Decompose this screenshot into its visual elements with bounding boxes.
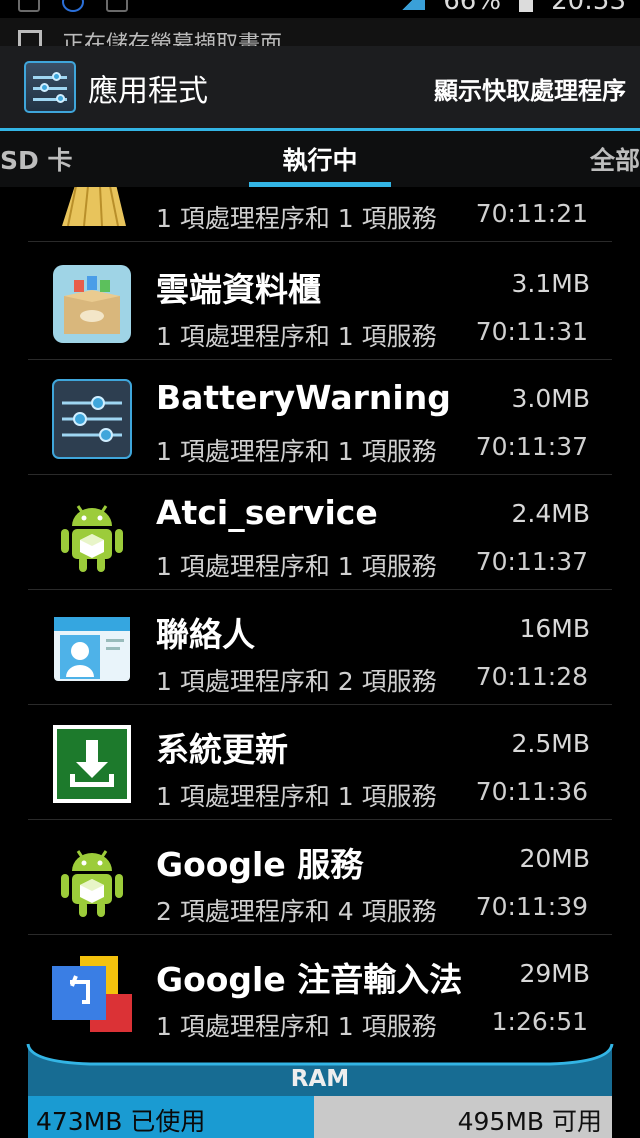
tab-running[interactable]: 執行中 [0, 141, 640, 177]
download-icon [52, 724, 132, 804]
app-name: 系統更新 [156, 730, 288, 769]
app-time: 70:11:21 [475, 199, 588, 228]
list-item[interactable]: Atci_service 2.4MB 1 項處理程序和 1 項服務 70:11:… [0, 475, 640, 590]
action-bar: 應用程式 顯示快取處理程序 [0, 46, 640, 128]
list-item[interactable]: 聯絡人 16MB 1 項處理程序和 2 項服務 70:11:28 [0, 590, 640, 705]
settings-app-icon[interactable] [24, 61, 76, 113]
sync-notification-icon [62, 0, 84, 12]
list-item[interactable]: Google 服務 20MB 2 項處理程序和 4 項服務 70:11:39 [0, 820, 640, 935]
app-size: 20MB [519, 844, 590, 873]
app-detail: 1 項處理程序和 1 項服務 [156, 437, 437, 466]
ram-label: RAM [290, 1066, 350, 1092]
app-time: 70:11:37 [475, 547, 588, 576]
zhuyin-input-icon [52, 954, 132, 1034]
app-time: 70:11:28 [475, 662, 588, 691]
ram-usage-bar: 473MB 已使用 495MB 可用 [28, 1096, 612, 1138]
app-name: Atci_service [156, 493, 378, 532]
list-item[interactable]: Google 注音輸入法 29MB 1 項處理程序和 1 項服務 1:26:51 [0, 935, 640, 1045]
app-name: 聯絡人 [156, 615, 255, 654]
row-divider [28, 241, 612, 242]
android-icon [52, 494, 132, 574]
ram-free-text: 495MB 可用 [457, 1107, 602, 1136]
app-size: 2.4MB [511, 499, 590, 528]
app-size: 3.0MB [511, 384, 590, 413]
app-detail: 1 項處理程序和 1 項服務 [156, 552, 437, 581]
contacts-icon [52, 609, 132, 689]
signal-icon [397, 0, 426, 10]
status-bar: 66% 20:53 [0, 0, 640, 18]
app-size: 16MB [519, 614, 590, 643]
app-detail: 1 項處理程序和 1 項服務 [156, 322, 437, 351]
app-time: 70:11:39 [475, 892, 588, 921]
app-size: 3.1MB [511, 269, 590, 298]
running-apps-list[interactable]: 1 項處理程序和 1 項服務 70:11:21 雲端資料櫃 3.1MB 1 項處… [0, 187, 640, 1045]
notification-shade-row: 正在儲存螢幕擷取畫面 [0, 18, 640, 46]
notification-text: 正在儲存螢幕擷取畫面 [62, 32, 283, 46]
app-name: 雲端資料櫃 [156, 270, 321, 309]
app-time: 70:11:31 [475, 317, 588, 346]
cloud-box-icon [52, 264, 132, 344]
battery-percent: 66% [443, 0, 502, 16]
tab-strip: SD 卡 執行中 全部 [0, 131, 640, 187]
ram-used-text: 473MB 已使用 [36, 1107, 206, 1136]
app-time: 1:26:51 [491, 1007, 588, 1036]
app-detail: 1 項處理程序和 1 項服務 [156, 204, 437, 233]
tab-all[interactable]: 全部 [590, 141, 640, 177]
settings-sliders-icon [52, 379, 132, 459]
app-name: Google 注音輸入法 [156, 960, 463, 999]
show-cached-processes-button[interactable]: 顯示快取處理程序 [434, 71, 626, 106]
app-time: 70:11:36 [475, 777, 588, 806]
list-item[interactable]: 系統更新 2.5MB 1 項處理程序和 1 項服務 70:11:36 [0, 705, 640, 820]
list-item[interactable]: 1 項處理程序和 1 項服務 70:11:21 [0, 187, 640, 242]
screenshot-notification-icon [18, 30, 42, 46]
app-detail: 1 項處理程序和 2 項服務 [156, 667, 437, 696]
battery-icon [519, 0, 534, 12]
app-name: BatteryWarning [156, 378, 451, 417]
app-name: Google 服務 [156, 845, 364, 884]
list-item[interactable]: BatteryWarning 3.0MB 1 項處理程序和 1 項服務 70:1… [0, 360, 640, 475]
app-size: 29MB [519, 959, 590, 988]
app-size: 2.5MB [511, 729, 590, 758]
app-time: 70:11:37 [475, 432, 588, 461]
page-title: 應用程式 [88, 74, 208, 109]
broom-icon [52, 187, 132, 227]
app-detail: 1 項處理程序和 1 項服務 [156, 1012, 437, 1041]
clock: 20:53 [551, 0, 626, 16]
list-item[interactable]: 雲端資料櫃 3.1MB 1 項處理程序和 1 項服務 70:11:31 [0, 245, 640, 360]
image-notification-icon [18, 0, 40, 12]
app-detail: 1 項處理程序和 1 項服務 [156, 782, 437, 811]
android-icon [52, 839, 132, 919]
android-notification-icon [106, 0, 128, 12]
app-detail: 2 項處理程序和 4 項服務 [156, 897, 437, 926]
